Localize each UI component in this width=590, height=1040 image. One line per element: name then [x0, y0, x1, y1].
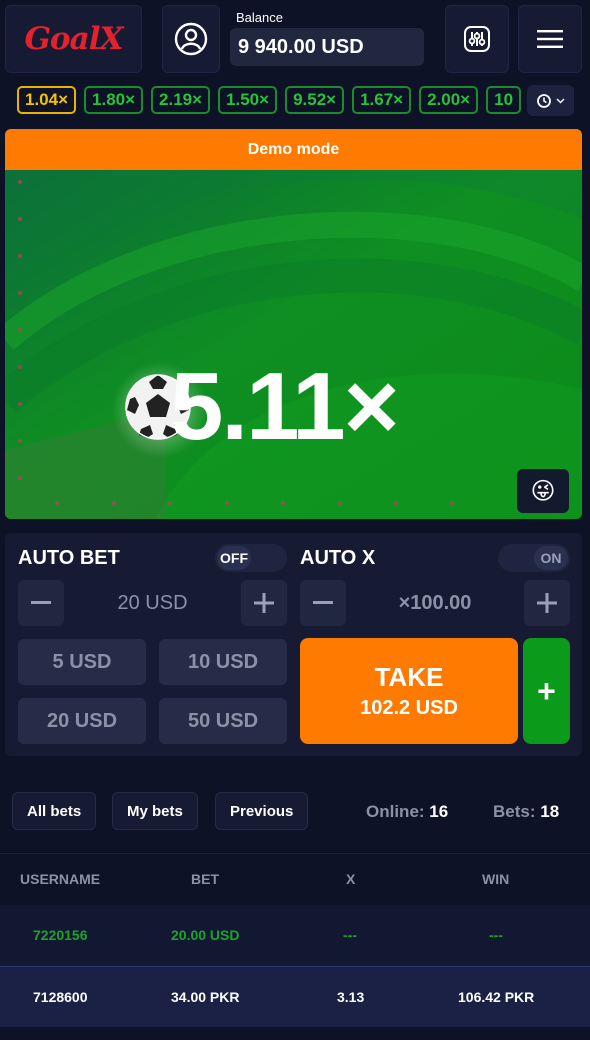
sliders-icon	[464, 26, 490, 52]
auto-x-toggle-state: ON	[534, 546, 568, 570]
auto-x-input[interactable]: ×100.00	[346, 592, 524, 615]
football-field	[5, 170, 582, 519]
cell-win: ---	[489, 927, 503, 943]
take-amount: 102.2 USD	[360, 697, 458, 719]
field-background	[5, 170, 582, 519]
quick-bet-50[interactable]: 50 USD	[159, 698, 287, 744]
bet-amount-stepper: 20 USD	[18, 579, 287, 627]
online-label: Online:	[366, 802, 425, 821]
history-chip: 1.04×	[17, 86, 77, 114]
settings-button[interactable]	[445, 5, 509, 73]
cell-x: 3.13	[337, 989, 365, 1005]
bets-value: 18	[540, 802, 560, 821]
history-button[interactable]	[527, 85, 574, 116]
history-chip: 9.52×	[285, 86, 345, 114]
game-area: Demo mode 5.11× 😜	[5, 129, 582, 519]
bet-panel: AUTO BET OFF 20 USD 5 USD 10 USD 20 USD …	[5, 533, 582, 756]
cell-username: 7220156	[33, 927, 88, 943]
history-chip: 1.67×	[352, 86, 412, 114]
take-label: TAKE	[374, 662, 444, 692]
logo-box[interactable]: GoalX	[5, 5, 142, 73]
column-username: USERNAME	[20, 871, 101, 887]
cell-x: ---	[343, 927, 357, 943]
column-x: X	[346, 871, 356, 887]
auto-x-decrease-button[interactable]	[300, 580, 346, 626]
bets-count: Bets: 18	[493, 802, 559, 822]
history-chip: 2.19×	[151, 86, 211, 114]
cell-bet: 34.00 PKR	[171, 989, 240, 1005]
demo-mode-banner: Demo mode	[5, 129, 582, 170]
auto-bet-toggle[interactable]: OFF	[215, 544, 287, 572]
history-chip: 1.80×	[84, 86, 144, 114]
balance-value: 9 940.00 USD	[230, 28, 424, 66]
minus-icon	[31, 601, 51, 604]
auto-x-stepper: ×100.00	[300, 579, 570, 627]
bet-decrease-button[interactable]	[18, 580, 64, 626]
user-icon	[174, 22, 208, 56]
goalx-logo: GoalX	[24, 21, 123, 57]
table-row: 7128600 34.00 PKR 3.13 106.42 PKR	[0, 966, 590, 1027]
cell-username: 7128600	[33, 989, 88, 1005]
auto-bet-title: AUTO BET	[18, 547, 120, 569]
history-track: 1.04× 1.80× 2.19× 1.50× 9.52× 1.67× 2.00× 10	[17, 86, 525, 116]
bets-table-header: USERNAME BET X WIN	[0, 853, 590, 905]
tab-previous[interactable]: Previous	[215, 792, 309, 830]
online-count: Online: 16	[366, 802, 448, 822]
add-bet-button[interactable]: +	[523, 638, 570, 744]
emoji-icon: 😜	[530, 477, 556, 505]
quick-bet-10[interactable]: 10 USD	[159, 639, 287, 685]
hamburger-icon	[537, 30, 563, 48]
bets-section: All bets My bets Previous Online: 16 Bet…	[0, 770, 590, 1040]
profile-button[interactable]	[162, 5, 220, 73]
column-bet: BET	[191, 871, 219, 887]
menu-button[interactable]	[518, 5, 582, 73]
tab-my-bets[interactable]: My bets	[112, 792, 198, 830]
take-button[interactable]: TAKE 102.2 USD	[300, 638, 518, 744]
bet-amount-input[interactable]: 20 USD	[64, 592, 241, 615]
balance-label: Balance	[236, 10, 283, 25]
plus-icon	[254, 593, 274, 613]
table-row: 7220156 20.00 USD --- ---	[0, 905, 590, 966]
history-chip: 2.00×	[419, 86, 479, 114]
tab-all-bets[interactable]: All bets	[12, 792, 97, 830]
top-bar: GoalX Balance 9 940.00 USD	[0, 0, 590, 78]
quick-bet-20[interactable]: 20 USD	[18, 698, 146, 744]
auto-bet-toggle-state: OFF	[217, 546, 251, 570]
history-chip: 1.50×	[218, 86, 278, 114]
quick-bet-5[interactable]: 5 USD	[18, 639, 146, 685]
cell-win: 106.42 PKR	[458, 989, 535, 1005]
clock-history-icon	[537, 93, 551, 108]
bet-increase-button[interactable]	[241, 580, 287, 626]
history-chip: 10	[486, 86, 522, 114]
online-value: 16	[429, 802, 449, 821]
cell-bet: 20.00 USD	[171, 927, 240, 943]
plus-icon	[537, 593, 557, 613]
column-win: WIN	[482, 871, 510, 887]
emoji-button[interactable]: 😜	[517, 469, 569, 513]
chevron-down-icon	[556, 97, 565, 104]
current-multiplier: 5.11×	[170, 353, 400, 460]
multiplier-history: 1.04× 1.80× 2.19× 1.50× 9.52× 1.67× 2.00× 10	[0, 80, 590, 122]
auto-x-title: AUTO X	[300, 547, 376, 569]
auto-x-toggle[interactable]: ON	[498, 544, 570, 572]
minus-icon	[313, 601, 333, 604]
auto-x-increase-button[interactable]	[524, 580, 570, 626]
bets-label: Bets:	[493, 802, 536, 821]
